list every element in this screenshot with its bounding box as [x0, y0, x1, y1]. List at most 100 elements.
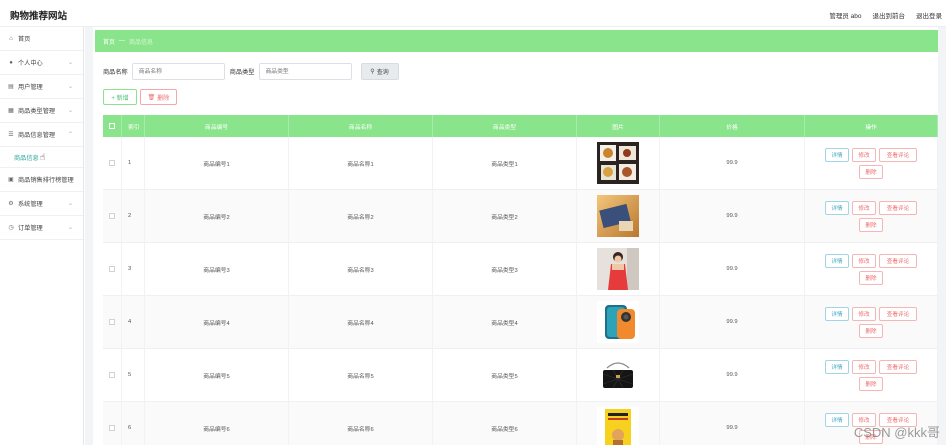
tablet-photo[interactable]	[597, 195, 639, 237]
row-actions: 详情 修改 查看评论 删除	[817, 147, 925, 179]
cell-index: 2	[122, 190, 145, 242]
view-reviews-button[interactable]: 查看评论	[879, 306, 917, 321]
product-table: 索引 商品编号 商品名称 商品类型 图片 价格 操作 1 商品编号1 商品名称1…	[103, 115, 938, 445]
chevron-down-icon: ⌄	[67, 60, 73, 66]
delete-button[interactable]: 删除	[859, 270, 883, 285]
view-reviews-button[interactable]: 查看评论	[879, 200, 917, 215]
phone-photo[interactable]	[597, 301, 639, 343]
edit-button[interactable]: 修改	[852, 253, 876, 268]
row-checkbox[interactable]	[109, 213, 115, 219]
sidebar-item-sales-ranking[interactable]: ▣ 商品销售排行榜管理	[0, 168, 83, 192]
row-checkbox-cell	[103, 349, 122, 401]
view-reviews-button[interactable]: 查看评论	[879, 147, 917, 162]
cell-index: 3	[122, 243, 145, 295]
cell-type: 商品类型1	[433, 137, 577, 189]
sidebar-item-products[interactable]: ☰ 商品信息管理 ⌃	[0, 123, 83, 147]
view-reviews-button[interactable]: 查看评论	[879, 359, 917, 374]
cell-index: 5	[122, 349, 145, 401]
row-checkbox[interactable]	[109, 425, 115, 431]
bag-photo[interactable]	[597, 354, 639, 396]
table-row: 6 商品编号6 商品名称6 商品类型6 99.9 详情 修改 查看评论 删除	[103, 402, 938, 445]
header-price[interactable]: 价格	[660, 115, 805, 137]
batch-delete-button[interactable]: 🗑 删除	[140, 89, 177, 105]
cell-image	[577, 296, 660, 348]
food-photo[interactable]	[597, 142, 639, 184]
edit-button[interactable]: 修改	[852, 359, 876, 374]
cell-name: 商品名称2	[289, 190, 433, 242]
detail-button[interactable]: 详情	[825, 306, 849, 321]
sidebar-item-label: 订单管理	[18, 225, 43, 232]
watermark: CSDN @kkk哥	[853, 425, 940, 440]
detail-button[interactable]: 详情	[825, 147, 849, 162]
detail-button[interactable]: 详情	[825, 412, 849, 427]
cell-name: 商品名称1	[289, 137, 433, 189]
row-checkbox[interactable]	[109, 319, 115, 325]
current-user-label: 管理员 abo	[829, 13, 862, 20]
sidebar-item-label: 商品销售排行榜管理	[18, 177, 74, 184]
select-all-checkbox[interactable]	[109, 123, 115, 129]
sidebar-item-system[interactable]: ⚙ 系统管理 ⌄	[0, 192, 83, 216]
cell-name: 商品名称5	[289, 349, 433, 401]
cell-index: 4	[122, 296, 145, 348]
chevron-up-icon: ⌃	[67, 132, 73, 138]
sidebar-item-label: 商品类型管理	[18, 108, 56, 115]
content-panel: 首页 — 商品信息 商品名称 商品类型 ⚲ 查询 + 新增 🗑 删除	[93, 27, 938, 445]
sidebar-item-profile[interactable]: ● 个人中心 ⌄	[0, 51, 83, 75]
cell-image	[577, 243, 660, 295]
cell-type: 商品类型4	[433, 296, 577, 348]
detail-button[interactable]: 详情	[825, 359, 849, 374]
row-checkbox-cell	[103, 243, 122, 295]
header-type[interactable]: 商品类型	[433, 115, 577, 137]
table-header: 索引 商品编号 商品名称 商品类型 图片 价格 操作	[103, 115, 938, 137]
breadcrumb: 首页 — 商品信息	[95, 30, 938, 52]
logout-link[interactable]: 退出登录	[916, 10, 942, 20]
chevron-down-icon: ⌄	[67, 201, 73, 207]
name-label: 商品名称	[103, 69, 128, 76]
sidebar-subitem-product-info[interactable]: 商品信息 ☝	[0, 147, 83, 168]
product-name-input[interactable]	[131, 63, 225, 80]
row-checkbox[interactable]	[109, 372, 115, 378]
delete-button[interactable]: 删除	[859, 323, 883, 338]
gear-icon: ⚙	[8, 201, 14, 207]
header-code[interactable]: 商品编号	[145, 115, 289, 137]
cell-name: 商品名称6	[289, 402, 433, 445]
book-photo[interactable]	[597, 407, 639, 445]
sidebar-item-users[interactable]: ▤ 用户管理 ⌄	[0, 75, 83, 99]
table-row: 2 商品编号2 商品名称2 商品类型2 99.9 详情 修改 查看评论 删除	[103, 190, 938, 243]
view-reviews-button[interactable]: 查看评论	[879, 253, 917, 268]
user-icon: ●	[9, 59, 13, 66]
delete-button[interactable]: 删除	[859, 376, 883, 391]
cell-code: 商品编号1	[145, 137, 289, 189]
sidebar-item-orders[interactable]: ◷ 订单管理 ⌄	[0, 216, 83, 240]
search-button[interactable]: ⚲ 查询	[360, 63, 399, 80]
header-name[interactable]: 商品名称	[289, 115, 433, 137]
row-checkbox[interactable]	[109, 266, 115, 272]
chevron-down-icon: ⌄	[67, 84, 73, 90]
row-checkbox[interactable]	[109, 160, 115, 166]
sidebar-item-label: 首页	[18, 36, 31, 43]
main-content: 首页 — 商品信息 商品名称 商品类型 ⚲ 查询 + 新增 🗑 删除	[85, 27, 946, 445]
chart-icon: ▣	[8, 177, 14, 183]
dress-photo[interactable]	[597, 248, 639, 290]
cell-index: 6	[122, 402, 145, 445]
edit-button[interactable]: 修改	[852, 306, 876, 321]
header-index: 索引	[122, 115, 145, 137]
sidebar-item-category[interactable]: ▦ 商品类型管理 ⌄	[0, 99, 83, 123]
product-type-input[interactable]	[258, 63, 352, 80]
edit-button[interactable]: 修改	[852, 200, 876, 215]
action-buttons: + 新增 🗑 删除	[103, 89, 177, 105]
cell-price: 99.9	[660, 137, 805, 189]
sidebar-item-label: 系统管理	[18, 201, 43, 208]
delete-button[interactable]: 删除	[859, 164, 883, 179]
cell-price: 99.9	[660, 190, 805, 242]
sidebar-item-home[interactable]: ⌂ 首页	[0, 27, 83, 51]
add-button[interactable]: + 新增	[103, 89, 137, 105]
delete-button[interactable]: 删除	[859, 217, 883, 232]
detail-button[interactable]: 详情	[825, 253, 849, 268]
back-to-front-link[interactable]: 退出到前台	[873, 10, 906, 20]
top-right-links: 管理员 abo 退出到前台 退出登录	[829, 10, 942, 20]
edit-button[interactable]: 修改	[852, 147, 876, 162]
breadcrumb-home[interactable]: 首页	[103, 37, 115, 46]
site-title: 购物推荐网站	[10, 11, 68, 22]
detail-button[interactable]: 详情	[825, 200, 849, 215]
